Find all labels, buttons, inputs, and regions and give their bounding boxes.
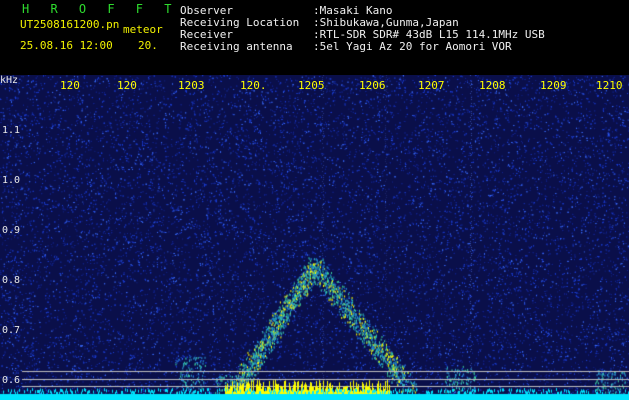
x-tick-label: 1207 xyxy=(418,79,445,92)
spectrogram-canvas xyxy=(0,75,629,400)
x-tick-label: 1210 xyxy=(596,79,623,92)
y-tick-label: 1.0 xyxy=(1,175,20,186)
x-tick-label: 1208 xyxy=(479,79,506,92)
field-value-antenna: :5el Yagi Az 20 for Aomori VOR xyxy=(313,40,512,53)
y-tick-label: 0.9 xyxy=(1,225,20,236)
x-tick-label: 120 xyxy=(117,79,137,92)
station-id: H R O F F T xyxy=(22,2,179,16)
x-tick-label: 1206 xyxy=(359,79,386,92)
y-tick-label: 0.7 xyxy=(1,325,20,336)
y-axis-unit: kHz xyxy=(0,75,19,86)
y-tick-label: 1.1 xyxy=(1,125,20,136)
y-tick-label: 0.8 xyxy=(1,275,20,286)
x-tick-label: 1209 xyxy=(540,79,567,92)
x-tick-label: 1205 xyxy=(298,79,325,92)
x-tick-label: 120 xyxy=(60,79,80,92)
y-tick-label: 0.6 xyxy=(1,375,20,386)
field-label-antenna: Receiving antenna xyxy=(180,40,293,53)
filename-suffix: meteor xyxy=(123,23,163,36)
filename: UT2508161200.pn xyxy=(20,18,120,31)
x-tick-label: 1203 xyxy=(178,79,205,92)
interval: 20. xyxy=(138,39,158,52)
datetime: 25.08.16 12:00 xyxy=(20,39,113,52)
header-panel: H R O F F T UT2508161200.pn meteor 25.08… xyxy=(0,0,629,75)
x-tick-label: 120. xyxy=(240,79,267,92)
